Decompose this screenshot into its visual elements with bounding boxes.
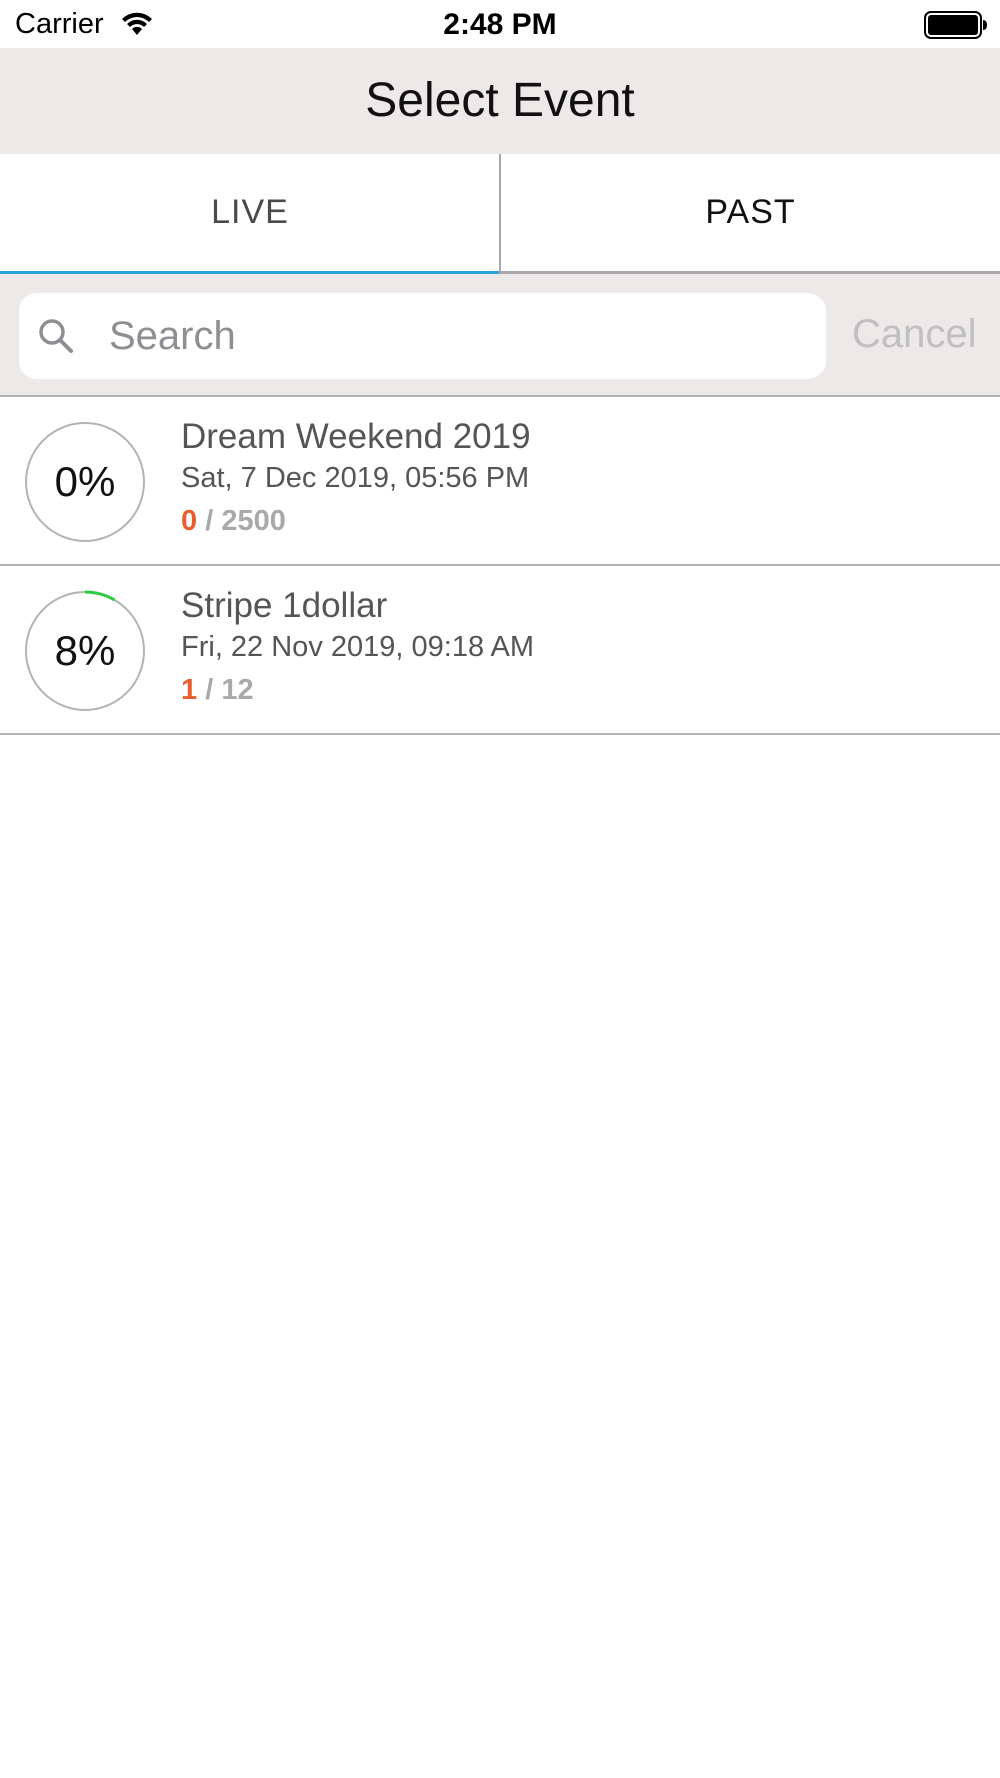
list-item[interactable]: 8% Stripe 1dollar Fri, 22 Nov 2019, 09:1… <box>0 566 1000 735</box>
total-count: 2500 <box>221 505 286 537</box>
segment-tabs: LIVE PAST <box>0 154 1000 274</box>
event-date: Sat, 7 Dec 2019, 05:56 PM <box>181 462 530 494</box>
total-count: 12 <box>221 674 254 706</box>
page-title: Select Event <box>365 74 635 127</box>
search-bar: Cancel <box>0 274 1000 397</box>
status-bar: Carrier 2:48 PM <box>0 0 1000 48</box>
progress-percent: 8% <box>54 627 116 674</box>
count-separator: / <box>205 505 214 537</box>
cancel-button[interactable]: Cancel <box>852 274 977 395</box>
event-title: Stripe 1dollar <box>181 586 388 625</box>
count-separator: / <box>205 674 214 706</box>
event-list: 0% Dream Weekend 2019 Sat, 7 Dec 2019, 0… <box>0 397 1000 735</box>
search-icon <box>37 317 75 360</box>
battery-icon <box>924 11 988 44</box>
checked-in-count: 1 <box>181 674 198 706</box>
tab-past[interactable]: PAST <box>501 154 1000 274</box>
event-title: Dream Weekend 2019 <box>181 417 531 456</box>
tab-live[interactable]: LIVE <box>0 154 500 274</box>
checked-in-count: 0 <box>181 505 198 537</box>
attendance-count: 0 / 2500 <box>181 505 286 538</box>
navigation-bar: Select Event <box>0 48 1000 154</box>
progress-percent: 0% <box>54 458 116 505</box>
search-field[interactable] <box>19 293 826 379</box>
progress-ring: 0% <box>24 421 146 543</box>
progress-ring: 8% <box>24 590 146 712</box>
clock: 2:48 PM <box>443 8 557 41</box>
event-date: Fri, 22 Nov 2019, 09:18 AM <box>181 631 535 663</box>
list-item[interactable]: 0% Dream Weekend 2019 Sat, 7 Dec 2019, 0… <box>0 397 1000 566</box>
search-input[interactable] <box>89 293 809 379</box>
attendance-count: 1 / 12 <box>181 674 254 707</box>
